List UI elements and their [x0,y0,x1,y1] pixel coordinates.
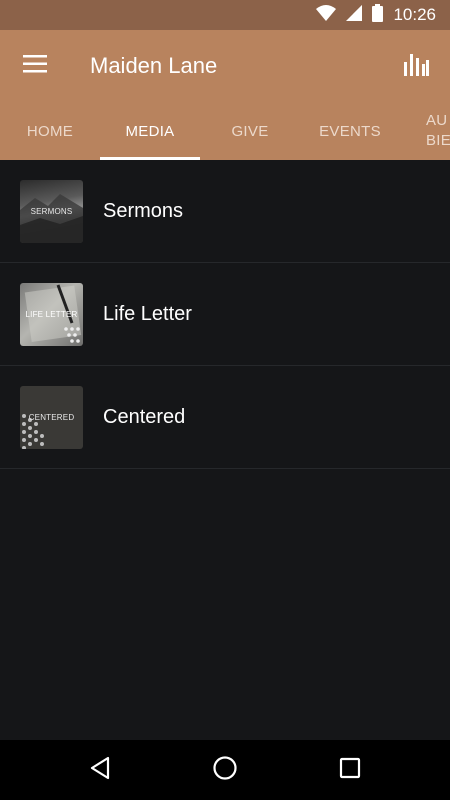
tab-partial-line2: BIE [426,132,450,149]
centered-thumbnail: CENTERED [20,385,83,449]
media-list: SERMONS Sermons LIFE LETTER Life Letter [0,160,450,469]
list-item-sermons[interactable]: SERMONS Sermons [0,160,450,263]
tab-partial[interactable]: AU BIE [400,102,450,160]
tab-partial-line1: AU [426,112,448,129]
centered-label: Centered [103,405,186,428]
status-time: 10:26 [393,5,436,24]
signal-icon [346,4,363,26]
home-button[interactable] [185,740,265,800]
life-letter-label: Life Letter [103,302,192,325]
life-letter-thumb-text: LIFE LETTER [25,309,78,319]
wifi-icon [316,4,337,26]
sermons-thumbnail: SERMONS [20,179,83,243]
list-item-life-letter[interactable]: LIFE LETTER Life Letter [0,263,450,366]
home-icon [212,755,238,786]
status-bar: 10:26 [0,0,450,30]
life-letter-thumbnail: LIFE LETTER [20,282,83,346]
navigation-bar [0,740,450,800]
hamburger-menu-icon [23,54,47,78]
recents-button[interactable] [310,740,390,800]
tab-bar: HOME MEDIA GIVE EVENTS AU BIE [0,102,450,160]
list-item-centered[interactable]: CENTERED Centered [0,366,450,469]
back-icon [89,756,111,785]
tab-home[interactable]: HOME [0,102,100,160]
sermons-thumb-text: SERMONS [30,206,73,216]
battery-icon [372,3,384,27]
menu-button[interactable] [0,30,70,102]
tab-give[interactable]: GIVE [200,102,300,160]
stats-button[interactable] [388,30,444,102]
app-title: Maiden Lane [90,53,218,78]
centered-thumb-text: CENTERED [28,412,75,422]
bar-chart-icon [403,52,429,81]
app-bar: Maiden Lane [0,30,450,102]
tab-events[interactable]: EVENTS [300,102,400,160]
sermons-label: Sermons [103,199,184,222]
tab-media[interactable]: MEDIA [100,102,200,160]
recents-icon [339,757,361,784]
back-button[interactable] [60,740,140,800]
